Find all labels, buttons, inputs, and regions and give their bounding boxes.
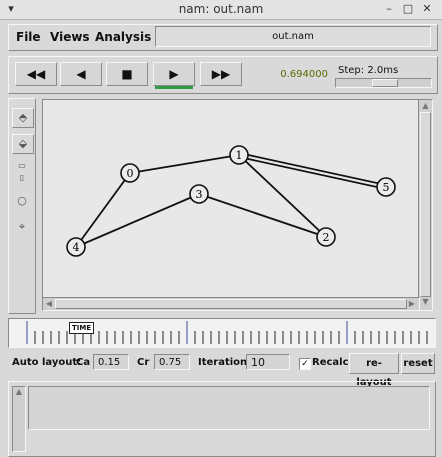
crosshair-icon[interactable]: ⌖ (12, 218, 32, 236)
stop-button[interactable]: ■ (106, 62, 148, 86)
scroll-down-icon[interactable]: ▼ (420, 297, 431, 306)
vertical-scrollbar[interactable]: ▲ ▼ (418, 99, 433, 311)
scroll-up-icon[interactable]: ▲ (420, 101, 431, 110)
menu-file[interactable]: File (16, 30, 41, 44)
ca-input[interactable]: 0.15 (93, 354, 129, 370)
edit-icon[interactable]: ▭ ▯ (12, 160, 32, 186)
node-label: 4 (73, 241, 80, 254)
time-readout: 0.694000 (280, 69, 328, 80)
node-4[interactable]: 4 (66, 237, 86, 257)
node-label: 2 (323, 231, 330, 244)
network-canvas[interactable]: 0 1 2 3 4 5 (42, 99, 433, 298)
step-back-button[interactable]: ◀ (60, 62, 102, 86)
link-1-5[interactable] (238, 152, 387, 186)
close-icon[interactable]: ✕ (420, 2, 434, 16)
recalc-checkbox[interactable]: ✓ (299, 358, 311, 370)
link-1-5[interactable] (238, 156, 387, 190)
cr-label: Cr (137, 357, 150, 368)
window-title: nam: out.nam (178, 2, 264, 16)
maximize-icon[interactable]: □ (401, 2, 415, 16)
annotation-scroll-up-icon[interactable]: ▲ (13, 387, 25, 396)
timeline[interactable]: TIME (8, 318, 436, 348)
node-label: 5 (383, 181, 390, 194)
recalc-label: Recalc (312, 357, 349, 368)
node-0[interactable]: 0 (120, 163, 140, 183)
annotation-panel[interactable] (28, 386, 430, 430)
circle-icon[interactable]: ○ (12, 192, 32, 210)
fast-forward-button[interactable]: ▶▶ (200, 62, 242, 86)
menu-analysis[interactable]: Analysis (95, 30, 151, 44)
vertical-scroll-thumb[interactable] (420, 112, 431, 297)
step-slider-thumb[interactable] (372, 79, 398, 87)
step-label: Step: 2.0ms (338, 65, 399, 76)
horizontal-scroll-thumb[interactable] (55, 299, 407, 309)
scroll-left-icon[interactable]: ◀ (44, 299, 54, 308)
time-marker[interactable]: TIME (69, 322, 95, 334)
title-bar: ▾ nam: out.nam – □ ✕ (0, 0, 442, 20)
link-3-2[interactable] (198, 193, 327, 238)
node-label: 1 (236, 149, 243, 162)
menu-views[interactable]: Views (50, 30, 90, 44)
node-2[interactable]: 2 (316, 227, 336, 247)
horizontal-scrollbar[interactable]: ◀ ▶ (42, 297, 420, 311)
ca-label: Ca (76, 357, 91, 368)
play-button[interactable]: ▶ (153, 62, 195, 86)
node-label: 0 (127, 167, 134, 180)
rewind-button[interactable]: ◀◀ (15, 62, 57, 86)
iterations-input[interactable]: 10 (246, 354, 290, 370)
scroll-right-icon[interactable]: ▶ (407, 299, 417, 308)
link-0-1[interactable] (129, 154, 240, 174)
reset-button[interactable]: reset (401, 353, 435, 374)
node-3[interactable]: 3 (189, 184, 209, 204)
minimize-icon[interactable]: – (382, 2, 396, 16)
cr-input[interactable]: 0.75 (154, 354, 190, 370)
play-active-indicator (155, 86, 193, 89)
node-5[interactable]: 5 (376, 177, 396, 197)
filename-display: out.nam (155, 26, 431, 47)
node-1[interactable]: 1 (229, 145, 249, 165)
network-graph: 0 1 2 3 4 5 (66, 145, 396, 257)
annotation-scrollbar[interactable]: ▲ (12, 386, 26, 452)
zoom-out-icon[interactable]: ⬙ (12, 134, 34, 154)
node-label: 3 (196, 188, 203, 201)
auto-layout-label: Auto layout: (12, 357, 82, 368)
relayout-button[interactable]: re-layout (349, 353, 399, 388)
zoom-in-icon[interactable]: ⬘ (12, 108, 34, 128)
iterations-label: Iterations (198, 357, 254, 368)
